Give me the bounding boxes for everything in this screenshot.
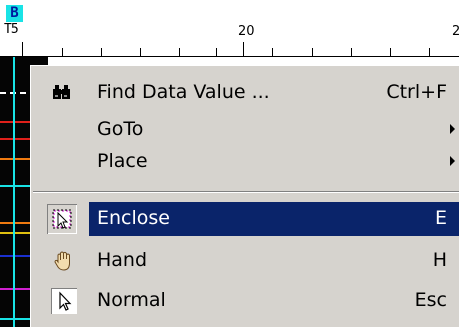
marker-label: T5 bbox=[4, 22, 19, 37]
ruler-tick bbox=[179, 48, 180, 56]
menu-item-label: Normal bbox=[97, 289, 166, 311]
menu-item-shortcut: E bbox=[434, 207, 447, 229]
submenu-arrow-icon bbox=[450, 124, 455, 134]
menu-item-shortcut: Ctrl+F bbox=[386, 81, 447, 103]
time-cursor[interactable] bbox=[13, 57, 15, 327]
arrow-pointer-icon bbox=[51, 288, 77, 314]
menu-item-label: Place bbox=[97, 150, 148, 172]
submenu-arrow-icon bbox=[450, 156, 455, 166]
binoculars-icon bbox=[51, 80, 77, 106]
menu-item-normal[interactable]: Normal Esc bbox=[47, 284, 459, 318]
hand-icon bbox=[51, 248, 77, 274]
ruler-tick bbox=[101, 48, 102, 56]
ruler-tick bbox=[351, 48, 352, 56]
menu-item-shortcut: H bbox=[432, 249, 447, 271]
menu-item-shortcut: Esc bbox=[414, 289, 447, 311]
menu-item-goto[interactable]: GoTo bbox=[47, 113, 459, 147]
ruler-tick bbox=[390, 48, 391, 56]
menu-item-enclose[interactable]: Enclose E bbox=[47, 202, 459, 236]
time-ruler[interactable]: B T5 20 2 bbox=[0, 0, 459, 57]
menu-item-place[interactable]: Place bbox=[47, 145, 459, 179]
ruler-tick-label: 20 bbox=[238, 24, 255, 39]
ruler-tick bbox=[312, 48, 313, 56]
app-window: B T5 20 2 Find Data Value ... Ctrl+F GoT… bbox=[0, 0, 459, 327]
marker-b[interactable]: B bbox=[6, 5, 23, 22]
menu-item-label: Find Data Value ... bbox=[97, 81, 270, 103]
menu-item-find-data-value[interactable]: Find Data Value ... Ctrl+F bbox=[47, 76, 459, 110]
menu-separator bbox=[33, 191, 459, 193]
ruler-tick bbox=[272, 48, 273, 56]
ruler-tick bbox=[429, 48, 430, 56]
ruler-baseline bbox=[0, 56, 459, 57]
menu-item-hand[interactable]: Hand H bbox=[47, 244, 459, 278]
enclose-select-icon bbox=[47, 204, 77, 234]
context-menu: Find Data Value ... Ctrl+F GoTo Place En bbox=[30, 65, 459, 327]
ruler-tick bbox=[216, 48, 217, 56]
menu-item-label: Hand bbox=[97, 249, 148, 271]
menu-item-label: GoTo bbox=[97, 118, 144, 140]
ruler-tick bbox=[140, 48, 141, 56]
ruler-tick bbox=[62, 48, 63, 56]
ruler-tick bbox=[22, 42, 23, 56]
ruler-tick-label-partial: 2 bbox=[452, 24, 459, 39]
ruler-tick bbox=[243, 42, 244, 56]
menu-item-label: Enclose bbox=[97, 207, 170, 229]
